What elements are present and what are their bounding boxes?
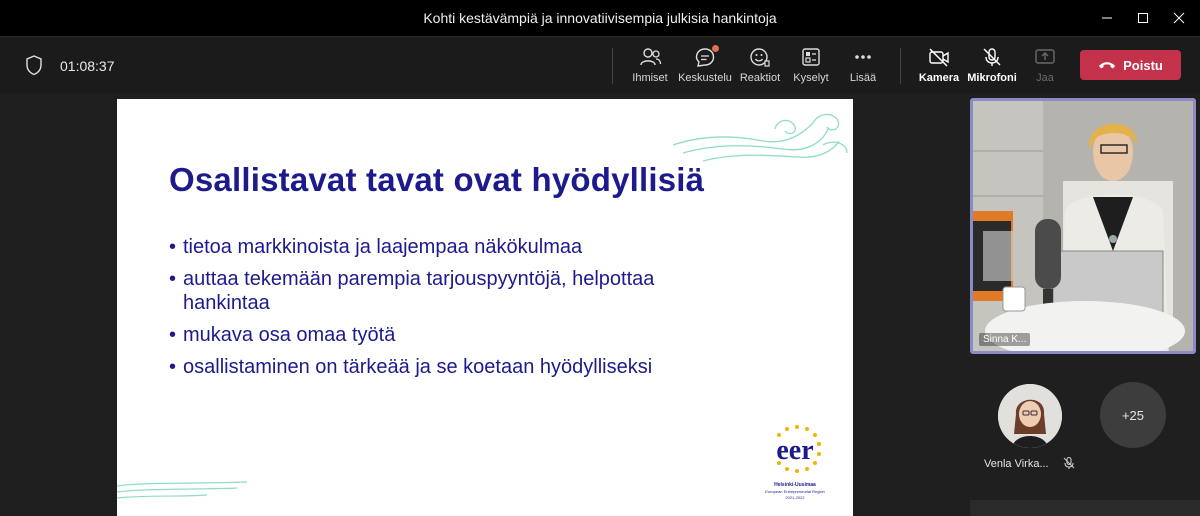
avatar-photo <box>998 384 1062 448</box>
chat-button[interactable]: Keskustelu <box>676 44 734 88</box>
more-participants-button[interactable]: +25 <box>1100 382 1166 448</box>
meeting-timer: 01:08:37 <box>60 58 115 74</box>
mic-label: Mikrofoni <box>967 72 1017 84</box>
logo-subtitle: European Entrepreneurial Region <box>765 489 825 494</box>
people-icon <box>638 44 662 70</box>
polls-label: Kyselyt <box>793 72 829 84</box>
mic-off-icon <box>981 44 1003 70</box>
reactions-button[interactable]: Reaktiot <box>731 44 789 88</box>
camera-label: Kamera <box>918 72 960 84</box>
participants-panel: Sinna K... +25 Venla Virka... <box>962 94 1200 516</box>
slide-title: Osallistavat tavat ovat hyödyllisiä <box>169 161 705 198</box>
slide-bullet: auttaa tekemään parempia tarjouspyyntöjä… <box>169 267 659 315</box>
window-title-bar: Kohti kestävämpiä ja innovatiivisempia j… <box>0 0 1200 37</box>
participant-name: Venla Virka... <box>984 458 1049 470</box>
maximize-button[interactable] <box>1126 4 1160 32</box>
logo-years: 2021-2022 <box>785 495 805 500</box>
slide-bullet: mukava osa omaa työtä <box>169 323 809 347</box>
people-label: Ihmiset <box>632 72 668 84</box>
toolbar-divider <box>612 48 613 84</box>
decorative-swirl-bottom <box>117 481 248 499</box>
minimize-button[interactable] <box>1090 4 1124 32</box>
leave-label: Poistu <box>1123 57 1163 73</box>
chat-icon <box>694 44 719 70</box>
panel-footer <box>970 500 1200 516</box>
minimize-icon <box>1102 17 1112 19</box>
meeting-toolbar: 01:08:37 Ihmiset Keskustelu Reaktiot Kys… <box>0 38 1200 94</box>
toolbar-divider <box>900 48 901 84</box>
hang-up-icon <box>1099 62 1116 69</box>
close-button[interactable] <box>1162 4 1196 32</box>
svg-text:eer: eer <box>776 435 813 466</box>
eer-logo: eer Helsinki-Uusimaa European Entreprene… <box>757 421 833 511</box>
chat-unread-badge <box>712 45 719 52</box>
participant-avatar[interactable] <box>998 384 1062 448</box>
slide-bullet-list: tietoa markkinoista ja laajempaa näkökul… <box>169 235 809 387</box>
eer-logo-mark: eer <box>776 425 821 473</box>
slide-bullet: osallistaminen on tärkeää ja se koetaan … <box>169 355 809 379</box>
polls-icon <box>800 44 822 70</box>
polls-button[interactable]: Kyselyt <box>782 44 840 88</box>
camera-off-icon <box>927 44 951 70</box>
speaker-video-frame <box>973 101 1193 351</box>
more-button[interactable]: Lisää <box>834 44 892 88</box>
chat-label: Keskustelu <box>678 72 732 84</box>
maximize-icon <box>1138 13 1148 23</box>
mic-off-icon <box>1062 456 1076 475</box>
shield-icon <box>24 54 44 81</box>
speaker-name-tag: Sinna K... <box>979 333 1031 346</box>
mic-button[interactable]: Mikrofoni <box>963 44 1021 88</box>
presentation-slide: Osallistavat tavat ovat hyödyllisiä tiet… <box>117 99 853 516</box>
people-button[interactable]: Ihmiset <box>621 44 679 88</box>
share-label: Jaa <box>1036 72 1054 84</box>
reactions-label: Reaktiot <box>739 72 781 84</box>
share-icon <box>1033 44 1057 70</box>
leave-button[interactable]: Poistu <box>1080 50 1181 80</box>
more-icon <box>852 44 874 70</box>
more-label: Lisää <box>849 72 877 84</box>
logo-region: Helsinki-Uusimaa <box>774 482 816 488</box>
window-title: Kohti kestävämpiä ja innovatiivisempia j… <box>423 10 777 26</box>
slide-bullet: tietoa markkinoista ja laajempaa näkökul… <box>169 235 809 259</box>
share-button[interactable]: Jaa <box>1016 44 1074 88</box>
shared-content-stage: Osallistavat tavat ovat hyödyllisiä tiet… <box>0 94 962 516</box>
camera-button[interactable]: Kamera <box>910 44 968 88</box>
reactions-icon <box>748 44 772 70</box>
close-icon <box>1173 12 1185 24</box>
speaker-video-tile[interactable]: Sinna K... <box>970 98 1196 354</box>
